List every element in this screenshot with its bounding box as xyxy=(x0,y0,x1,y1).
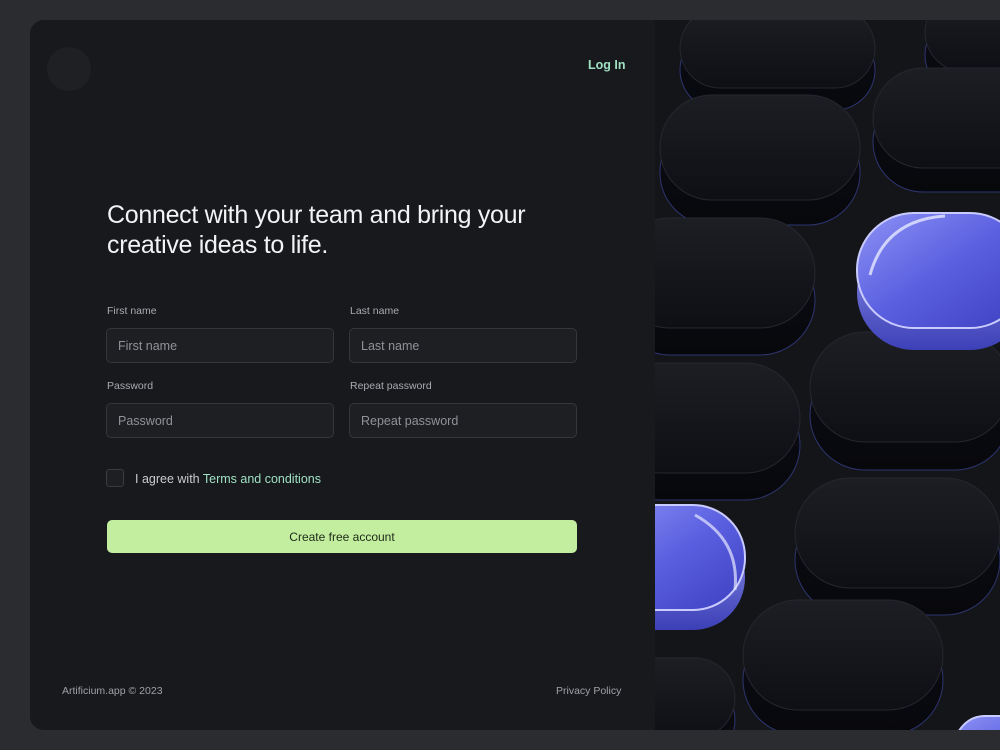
password-input[interactable] xyxy=(106,403,334,438)
agree-prefix: I agree with xyxy=(135,472,203,486)
login-link[interactable]: Log In xyxy=(588,58,626,72)
dark-pill xyxy=(655,217,816,356)
signup-window: Log In Connect with your team and bring … xyxy=(30,20,1000,730)
privacy-policy-link[interactable]: Privacy Policy xyxy=(556,685,621,697)
copyright-text: Artificium.app © 2023 xyxy=(62,685,163,697)
last-name-input[interactable] xyxy=(349,328,577,363)
purple-glass-pill xyxy=(655,504,746,630)
dark-pill xyxy=(809,331,1000,471)
password-label: Password xyxy=(107,380,154,392)
dark-pill xyxy=(794,477,1000,616)
last-name-label: Last name xyxy=(350,305,400,317)
logo-icon xyxy=(47,47,91,91)
dark-pill xyxy=(872,67,1000,193)
signup-panel: Log In Connect with your team and bring … xyxy=(30,20,655,730)
dark-pill xyxy=(655,657,736,730)
dark-pill xyxy=(742,599,944,730)
purple-glass-pill xyxy=(958,715,1000,730)
first-name-input[interactable] xyxy=(106,328,334,363)
page-headline: Connect with your team and bring your cr… xyxy=(107,201,526,259)
hero-illustration xyxy=(655,20,1000,730)
agree-checkbox[interactable] xyxy=(106,469,124,487)
dark-pill xyxy=(655,362,801,501)
terms-link[interactable]: Terms and conditions xyxy=(203,472,321,486)
repeat-password-label: Repeat password xyxy=(350,380,432,392)
dark-pill xyxy=(659,94,861,226)
create-account-button[interactable]: Create free account xyxy=(107,520,577,553)
purple-glass-pill xyxy=(856,212,1000,350)
repeat-password-input[interactable] xyxy=(349,403,577,438)
first-name-label: First name xyxy=(107,305,157,317)
pill-pattern-illustration xyxy=(655,20,1000,730)
agree-text: I agree with Terms and conditions xyxy=(135,472,321,486)
